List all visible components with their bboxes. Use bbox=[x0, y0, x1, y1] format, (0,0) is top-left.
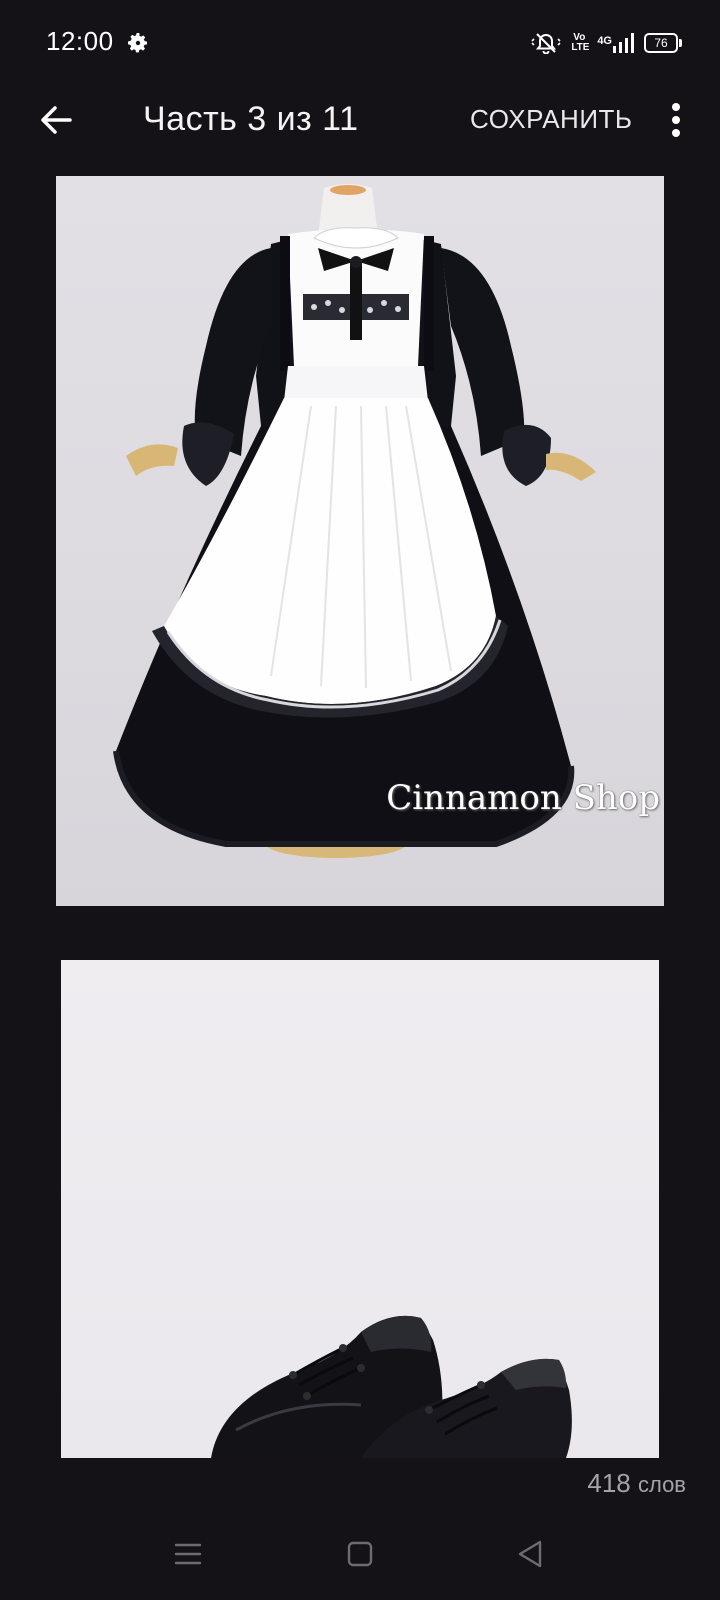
volte-bottom: LTE bbox=[571, 42, 590, 53]
image-watermark: Cinnamon Shop bbox=[386, 778, 660, 818]
system-nav-bar bbox=[0, 1510, 720, 1600]
black-shoes-illustration bbox=[211, 1315, 572, 1458]
maid-dress-image[interactable]: Cinnamon Shop bbox=[56, 176, 664, 906]
black-shoes-image[interactable] bbox=[61, 960, 659, 1458]
network-type: 4G bbox=[597, 35, 612, 47]
screen: 12:00 Vo LTE 4G 76 Часть 3 из 11 СОХРАНИ… bbox=[0, 0, 720, 1600]
menu-icon[interactable] bbox=[168, 1534, 208, 1574]
story-content[interactable]: Cinnamon Shop bbox=[0, 168, 720, 1458]
signal-bars-icon bbox=[613, 33, 634, 53]
status-time: 12:00 bbox=[46, 26, 114, 56]
status-icons: Vo LTE 4G 76 bbox=[531, 30, 682, 56]
battery-icon: 76 bbox=[644, 33, 682, 53]
page-title: Часть 3 из 11 bbox=[143, 100, 359, 138]
more-vertical-icon[interactable] bbox=[664, 100, 688, 140]
signal-icon: 4G bbox=[597, 32, 634, 54]
back-triangle-icon[interactable] bbox=[510, 1534, 550, 1574]
home-square-icon[interactable] bbox=[340, 1534, 380, 1574]
arrow-left-icon[interactable] bbox=[36, 100, 76, 140]
mute-icon bbox=[531, 33, 561, 54]
word-count-value: 418 bbox=[587, 1468, 631, 1498]
save-button[interactable]: СОХРАНИТЬ bbox=[470, 104, 632, 135]
volte-icon: Vo LTE bbox=[571, 33, 590, 53]
gear-icon bbox=[128, 33, 147, 53]
word-count-unit: слов bbox=[637, 1472, 686, 1497]
app-bar: Часть 3 из 11 СОХРАНИТЬ bbox=[0, 86, 720, 168]
word-count: 418 слов bbox=[587, 1468, 686, 1499]
status-bar: 12:00 Vo LTE 4G 76 bbox=[0, 0, 720, 86]
